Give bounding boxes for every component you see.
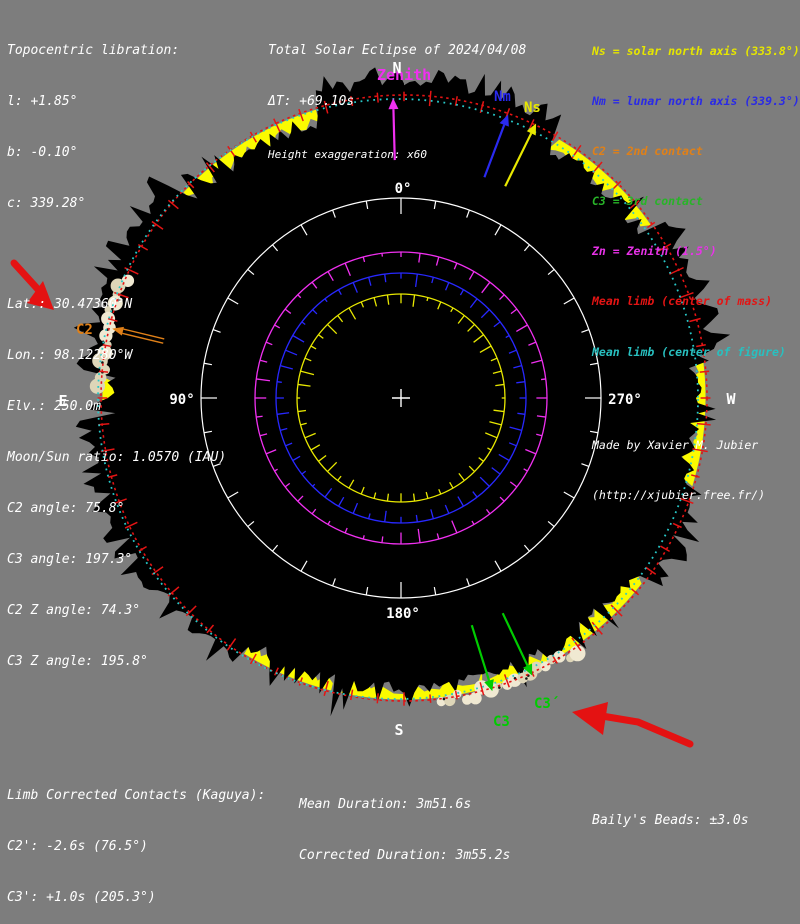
legend-item-c3: C3 = 3rd contact [592, 195, 800, 207]
svg-text:180°: 180° [386, 606, 420, 622]
svg-text:C3: C3 [493, 714, 510, 730]
svg-text:C3´: C3´ [534, 696, 559, 712]
title-block: Total Solar Eclipse of 2024/04/08 ΔT: +6… [268, 7, 526, 180]
svg-text:Ns: Ns [524, 100, 541, 116]
duration-block: Mean Duration: 3m51.6s Corrected Duratio… [299, 761, 510, 882]
info-line: C3 angle: 197.3° [7, 554, 226, 567]
topocentric-libration-info: Topocentric libration: l: +1.85° b: -0.1… [7, 7, 226, 688]
delta-t: ΔT: +69.10s [268, 96, 526, 109]
svg-text:S: S [394, 721, 403, 739]
corrected-duration: Corrected Duration: 3m55.2s [299, 850, 510, 863]
info-line: c: 339.28° [7, 198, 226, 211]
info-line: Elv.: 250.0m [7, 401, 226, 414]
c2-corrected: C2': -2.6s (76.5°) [7, 841, 265, 854]
legend-item-mean-limb-mass: Mean limb (center of mass) [592, 295, 800, 307]
info-line: l: +1.85° [7, 96, 226, 109]
c3-corrected: C3': +1.0s (205.3°) [7, 892, 265, 905]
legend-item-zenith: Zn = Zenith (1.5°) [592, 245, 800, 257]
legend-item-mean-limb-figure: Mean limb (center of figure) [592, 346, 800, 358]
legend-item-c2: C2 = 2nd contact [592, 145, 800, 157]
info-line: Topocentric libration: [7, 45, 226, 58]
height-exaggeration-note: Height exaggeration: x60 [268, 149, 526, 161]
bailys-beads-block: Baily's Beads: ±3.0s [592, 777, 749, 847]
info-line: C3 Z angle: 195.8° [7, 656, 226, 669]
limb-profile-screen: { "info_left": { "lines": [ "Topocentric… [0, 0, 800, 800]
svg-text:0°: 0° [395, 181, 412, 197]
legend-gap [592, 396, 800, 401]
chart-title: Total Solar Eclipse of 2024/04/08 [268, 45, 526, 58]
info-line: b: -0.10° [7, 147, 226, 160]
info-line: Lon.: 98.12280°W [7, 350, 226, 363]
credit-author: Made by Xavier M. Jubier [592, 439, 800, 451]
contacts-heading: Limb Corrected Contacts (Kaguya): [7, 790, 265, 803]
limb-corrected-contacts: Limb Corrected Contacts (Kaguya): C2': -… [7, 752, 265, 924]
credit-url: (http://xjubier.free.fr/) [592, 489, 800, 501]
info-line: Moon/Sun ratio: 1.0570 (IAU) [7, 452, 226, 465]
legend-item-lunar-north: Nm = lunar north axis (339.3°) [592, 95, 800, 107]
info-line: C2 angle: 75.8° [7, 503, 226, 516]
info-line-blank [7, 249, 226, 262]
legend: Ns = solar north axis (333.8°) Nm = luna… [592, 7, 800, 520]
mean-duration: Mean Duration: 3m51.6s [299, 799, 510, 812]
info-line: Lat.: 30.47360°N [7, 299, 226, 312]
info-line: C2 Z angle: 74.3° [7, 605, 226, 618]
legend-item-solar-north: Ns = solar north axis (333.8°) [592, 45, 800, 57]
bailys-beads-value: Baily's Beads: ±3.0s [592, 815, 749, 828]
